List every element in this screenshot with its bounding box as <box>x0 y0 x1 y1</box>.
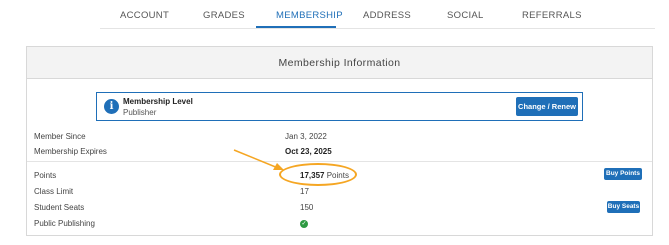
change-renew-button[interactable]: Change / Renew <box>516 97 578 116</box>
membership-level-title: Membership Level <box>123 97 193 106</box>
tab-account[interactable]: ACCOUNT <box>120 10 169 21</box>
profile-tabs: ACCOUNT GRADES MEMBERSHIP ADDRESS SOCIAL… <box>0 0 669 30</box>
tab-social[interactable]: SOCIAL <box>447 10 484 21</box>
student-seats-label: Student Seats <box>34 203 85 212</box>
points-highlight-ellipse <box>279 163 357 186</box>
membership-expires-label: Membership Expires <box>34 147 107 156</box>
tab-membership[interactable]: MEMBERSHIP <box>276 10 343 21</box>
member-since-label: Member Since <box>34 132 86 141</box>
membership-level-value: Publisher <box>123 108 157 117</box>
tab-referrals[interactable]: REFERRALS <box>522 10 582 21</box>
check-icon: ✓ <box>300 220 308 228</box>
info-icon: i <box>104 99 119 114</box>
membership-level-box: i Membership Level Publisher Change / Re… <box>96 92 583 121</box>
tab-address[interactable]: ADDRESS <box>363 10 411 21</box>
points-label: Points <box>34 171 57 180</box>
buy-seats-button[interactable]: Buy Seats <box>607 201 640 213</box>
member-since-value: Jan 3, 2022 <box>285 132 327 141</box>
public-publishing-label: Public Publishing <box>34 219 95 228</box>
class-limit-value: 17 <box>300 187 309 196</box>
buy-points-button[interactable]: Buy Points <box>604 168 642 180</box>
panel-title: Membership Information <box>27 47 652 79</box>
membership-expires-date: Oct 23, 2025 <box>285 147 332 156</box>
class-limit-label: Class Limit <box>34 187 74 196</box>
membership-expires-value: Oct 23, 2025 <box>285 147 332 156</box>
section-divider <box>27 161 652 162</box>
membership-panel: Membership Information i Membership Leve… <box>26 46 653 236</box>
tab-grades[interactable]: GRADES <box>203 10 245 21</box>
annotation-arrow-icon <box>233 149 284 170</box>
student-seats-value: 150 <box>300 203 314 212</box>
tabs-divider <box>100 28 655 29</box>
